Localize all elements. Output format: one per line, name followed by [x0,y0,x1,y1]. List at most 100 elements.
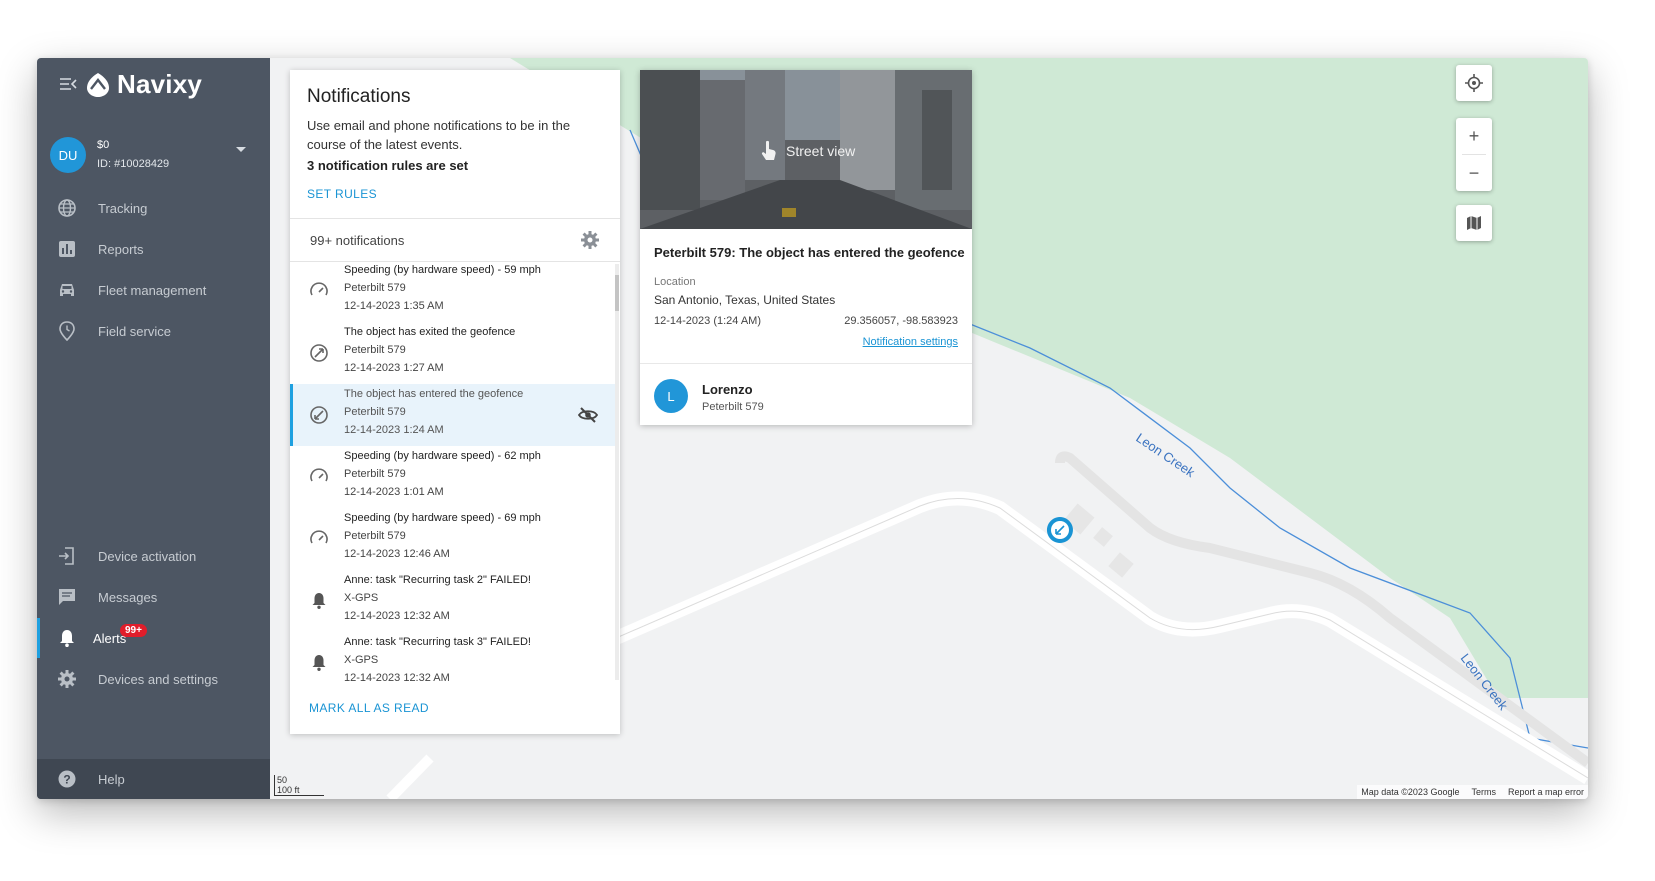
sidebar-item-reports[interactable]: Reports [37,229,270,269]
notification-title: The object has exited the geofence [344,326,516,338]
notifications-header: 99+ notifications [290,218,620,262]
scale-bottom: 100 ft [274,785,324,796]
gear-icon [57,669,77,689]
notification-title: Anne: task "Recurring task 3" FAILED! [344,636,531,648]
logo[interactable]: Navixy [85,69,202,100]
svg-text:?: ? [63,773,70,787]
notification-date: 12-14-2023 12:32 AM [344,610,450,622]
notification-title: The object has entered the geofence [344,388,524,400]
my-location-button[interactable] [1456,65,1492,101]
map-layers-button[interactable] [1456,205,1492,241]
list-item[interactable]: Speeding (by hardware speed) - 62 mph Pe… [290,446,616,508]
building [1093,527,1113,547]
speedometer-icon [308,280,330,302]
notification-date: 12-14-2023 12:46 AM [344,548,450,560]
sidebar-item-label: Reports [98,242,144,257]
account-id: ID: #10028429 [97,158,170,170]
bell-icon [308,652,330,674]
notification-date: 12-14-2023 1:35 AM [344,300,444,312]
sidebar-item-alerts[interactable]: Alerts 99+ [37,618,270,658]
sidebar-item-label: Help [98,772,125,787]
creek-label: Leon Creek [1133,430,1198,480]
notification-detail-card: Street view Peterbilt 579: The object ha… [640,70,972,425]
notification-settings-link[interactable]: Notification settings [863,336,958,348]
list-item[interactable]: Anne: task "Recurring task 3" FAILED! X-… [290,632,616,682]
eye-off-icon[interactable] [577,404,599,426]
bell-icon [57,628,77,648]
employee-avatar: L [654,379,688,413]
notification-source: Peterbilt 579 [344,406,406,418]
event-marker-icon [1046,517,1073,543]
sidebar-item-tracking[interactable]: Tracking [37,188,270,228]
notification-source: X-GPS [344,654,379,666]
account-switcher[interactable]: DU $0 ID: #10028429 [50,137,260,175]
caret-down-icon [236,147,246,152]
list-item[interactable]: Anne: task "Recurring task 2" FAILED! X-… [290,570,616,632]
mark-all-read-button[interactable]: MARK ALL AS READ [309,701,429,715]
scrollbar-track[interactable] [615,264,619,680]
street-view-preview[interactable]: Street view [640,70,972,229]
geofence-exit-icon [308,342,330,364]
notifications-list: Speeding (by hardware speed) - 59 mph Pe… [290,262,620,682]
sidebar-item-device-activation[interactable]: Device activation [37,536,270,576]
zoom-in-button[interactable]: + [1456,118,1492,154]
navixy-logo-icon [87,72,109,97]
panel-title: Notifications [307,86,411,107]
terms-link[interactable]: Terms [1471,787,1496,797]
globe-icon [57,198,77,218]
alerts-count-badge: 99+ [120,624,147,637]
message-icon [57,587,77,607]
help-icon: ? [57,769,77,789]
sidebar-item-field-service[interactable]: Field service [37,311,270,351]
scrollbar-thumb[interactable] [615,275,619,311]
list-item[interactable]: Speeding (by hardware speed) - 59 mph Pe… [290,262,616,322]
notifications-count: 99+ notifications [310,233,405,248]
sidebar-item-devices-settings[interactable]: Devices and settings [37,659,270,699]
car-icon [57,280,77,300]
set-rules-button[interactable]: SET RULES [307,187,377,201]
login-icon [57,546,77,566]
sidebar-item-help[interactable]: ? Help [37,759,270,799]
panel-description: Use email and phone notifications to be … [307,118,571,152]
sidebar-item-label: Messages [98,590,158,605]
notification-date: 12-14-2023 1:24 AM [344,424,444,436]
bar-chart-icon [57,239,77,259]
sidebar-item-label: Tracking [98,201,148,216]
divider [640,363,972,364]
map-scale: 50 100 ft [274,775,324,796]
notification-settings-gear-icon[interactable] [580,230,600,250]
crosshair-icon [1456,65,1492,101]
event-title: Peterbilt 579: The object has entered th… [654,245,965,260]
speedometer-icon [308,466,330,488]
location-clock-icon [57,321,77,342]
sidebar-item-fleet-management[interactable]: Fleet management [37,270,270,310]
app-window: Leon Creek Leon Creek + − 50 100 ft Map … [37,58,1588,799]
notification-date: 12-14-2023 1:01 AM [344,486,444,498]
notification-source: Peterbilt 579 [344,344,406,356]
notification-source: Peterbilt 579 [344,530,406,542]
map-data-text: Map data ©2023 Google [1361,787,1460,797]
sidebar-item-messages[interactable]: Messages [37,577,270,617]
geofence-enter-icon [308,404,330,426]
notification-title: Anne: task "Recurring task 2" FAILED! [344,574,531,586]
bell-icon [308,590,330,612]
notification-date: 12-14-2023 1:27 AM [344,362,444,374]
list-item[interactable]: The object has exited the geofence Peter… [290,322,616,384]
sidebar: Navixy DU $0 ID: #10028429 Tracking Repo… [37,58,270,799]
road-3 [386,754,434,799]
street-view-label: Street view [760,140,855,162]
notification-source: Peterbilt 579 [344,282,406,294]
notification-title: Speeding (by hardware speed) - 69 mph [344,512,541,524]
rules-count: 3 notification rules are set [307,158,469,173]
hand-pointer-icon [761,140,776,160]
list-item[interactable]: Speeding (by hardware speed) - 69 mph Pe… [290,508,616,570]
notification-title: Speeding (by hardware speed) - 59 mph [344,264,541,276]
street-view-text: Street view [786,143,856,159]
menu-collapse-icon[interactable] [59,75,79,93]
zoom-controls: + − [1456,118,1492,191]
zoom-out-button[interactable]: − [1456,155,1492,191]
report-error-link[interactable]: Report a map error [1508,787,1584,797]
event-coordinates: 29.356057, -98.583923 [844,315,958,327]
employee-name: Lorenzo [702,382,753,397]
list-item-selected[interactable]: The object has entered the geofence Pete… [290,384,616,446]
